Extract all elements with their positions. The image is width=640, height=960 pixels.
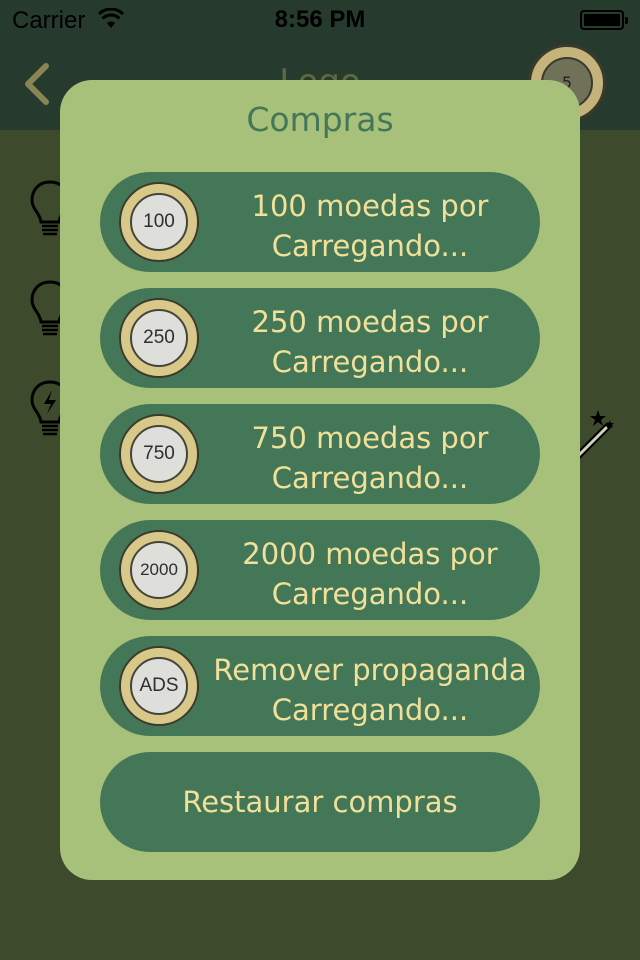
buy-250-coins-button[interactable]: 250 250 moedas por Carregando... [100, 288, 540, 388]
purchase-label: 100 moedas por Carregando... [200, 186, 540, 266]
remove-ads-button[interactable]: ADS Remover propaganda Carregando... [100, 636, 540, 736]
purchase-label: 250 moedas por Carregando... [200, 302, 540, 382]
buy-750-coins-button[interactable]: 750 750 moedas por Carregando... [100, 404, 540, 504]
status-time: 8:56 PM [274, 6, 366, 33]
coin-label: 750 [130, 425, 188, 483]
coin-icon: 750 [119, 414, 199, 494]
coin-label: ADS [130, 657, 188, 715]
purchase-title: 250 moedas por [251, 305, 489, 339]
restore-label: Restaurar compras [182, 785, 458, 819]
battery-icon [580, 10, 628, 30]
coin-icon: 2000 [119, 530, 199, 610]
buy-2000-coins-button[interactable]: 2000 2000 moedas por Carregando... [100, 520, 540, 620]
coin-icon: ADS [119, 646, 199, 726]
purchase-title: 2000 moedas por [242, 537, 498, 571]
coin-icon: 250 [119, 298, 199, 378]
coin-label: 250 [130, 309, 188, 367]
purchase-label: Remover propaganda Carregando... [200, 650, 540, 730]
purchase-price: Carregando... [271, 345, 469, 379]
purchase-price: Carregando... [271, 229, 469, 263]
buy-100-coins-button[interactable]: 100 100 moedas por Carregando... [100, 172, 540, 272]
purchase-price: Carregando... [271, 577, 469, 611]
purchase-label: 750 moedas por Carregando... [200, 418, 540, 498]
purchase-title: 750 moedas por [251, 421, 489, 455]
dialog-title: Compras [246, 100, 394, 139]
coin-label: 2000 [130, 541, 188, 599]
restore-purchases-button[interactable]: Restaurar compras [100, 752, 540, 852]
coin-icon: 100 [119, 182, 199, 262]
purchase-price: Carregando... [271, 693, 469, 727]
purchase-label: 2000 moedas por Carregando... [200, 534, 540, 614]
purchases-dialog: Compras 100 100 moedas por Carregando...… [60, 80, 580, 880]
status-bar: Carrier 8:56 PM [0, 0, 640, 40]
coin-label: 100 [130, 193, 188, 251]
purchase-title: Remover propaganda [213, 653, 527, 687]
purchase-price: Carregando... [271, 461, 469, 495]
purchase-title: 100 moedas por [251, 189, 489, 223]
